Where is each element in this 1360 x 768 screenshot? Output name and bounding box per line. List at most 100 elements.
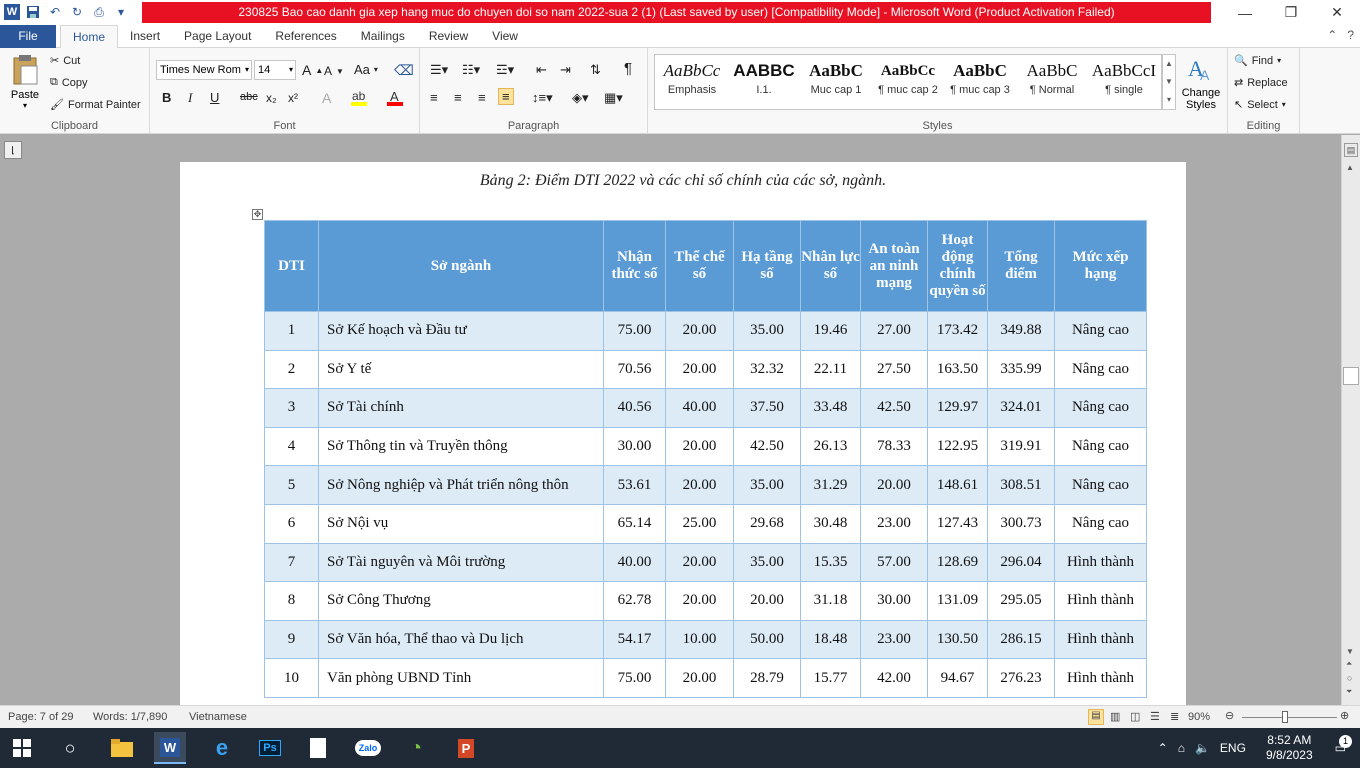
action-center-icon[interactable]: ▭ 1: [1335, 735, 1352, 755]
font-color-button[interactable]: A: [386, 88, 404, 106]
strikethrough-button[interactable]: abc: [240, 91, 258, 103]
table-cell[interactable]: 75.00: [603, 311, 666, 351]
copy-button[interactable]: ⧉ Copy: [50, 76, 88, 89]
table-cell[interactable]: 127.43: [927, 503, 988, 544]
table-cell[interactable]: 296.04: [987, 542, 1055, 583]
paste-button[interactable]: Paste ▾: [8, 54, 42, 110]
increase-indent-icon[interactable]: ⇥: [560, 62, 571, 78]
customize-qat-icon[interactable]: ▾: [112, 3, 130, 21]
table-cell[interactable]: Sở Nông nghiệp và Phát triển nông thôn: [318, 465, 604, 505]
tab-review[interactable]: Review: [417, 25, 480, 48]
table-cell[interactable]: 130.50: [927, 619, 988, 660]
minimize-button[interactable]: —: [1222, 0, 1268, 25]
subscript-button[interactable]: x₂: [266, 91, 277, 105]
show-hidden-icons-icon[interactable]: ⌃: [1158, 741, 1168, 755]
table-cell[interactable]: 5: [264, 465, 319, 505]
ruler-toggle-icon[interactable]: ▤: [1344, 143, 1358, 157]
table-cell[interactable]: 18.48: [800, 619, 861, 660]
table-cell[interactable]: 33.48: [800, 388, 861, 428]
edge-icon[interactable]: e: [206, 732, 238, 764]
bullets-icon[interactable]: ☰▾: [430, 62, 448, 78]
table-cell[interactable]: 324.01: [987, 388, 1055, 428]
table-cell[interactable]: 30.48: [800, 503, 861, 544]
table-cell[interactable]: 31.29: [800, 465, 861, 505]
change-styles-button[interactable]: AA Change Styles: [1178, 54, 1224, 111]
table-cell[interactable]: 20.00: [665, 465, 734, 505]
word-count[interactable]: Words: 1/7,890: [93, 711, 167, 723]
justify-icon[interactable]: ≡: [498, 88, 514, 105]
vertical-scrollbar[interactable]: ▤ ▲ ▼ ⏶ ○ ⏷: [1341, 135, 1360, 705]
scroll-down-icon[interactable]: ▼: [1346, 647, 1354, 656]
cut-button[interactable]: ✂ Cut: [50, 54, 80, 68]
table-cell[interactable]: 295.05: [987, 581, 1055, 621]
table-cell[interactable]: 129.97: [927, 388, 988, 428]
next-page-icon[interactable]: ⏷: [1346, 687, 1352, 697]
table-cell[interactable]: 23.00: [860, 619, 928, 660]
table-cell[interactable]: 131.09: [927, 581, 988, 621]
table-cell[interactable]: 42.50: [860, 388, 928, 428]
print-layout-view-icon[interactable]: ▤: [1088, 709, 1104, 725]
align-left-icon[interactable]: ≡: [430, 90, 438, 105]
minimize-ribbon-icon[interactable]: ⌃: [1327, 28, 1337, 42]
table-cell[interactable]: 308.51: [987, 465, 1055, 505]
clock[interactable]: 8:52 AM 9/8/2023: [1266, 733, 1313, 763]
table-cell[interactable]: 65.14: [603, 503, 666, 544]
select-button[interactable]: ↖ Select ▾: [1234, 98, 1286, 112]
table-cell[interactable]: 40.00: [603, 542, 666, 583]
table-cell[interactable]: 40.56: [603, 388, 666, 428]
table-cell[interactable]: Sở Văn hóa, Thể thao và Du lịch: [318, 619, 604, 660]
table-cell[interactable]: 122.95: [927, 426, 988, 467]
table-cell[interactable]: 6: [264, 503, 319, 544]
table-cell[interactable]: 20.00: [665, 349, 734, 390]
table-cell[interactable]: 3: [264, 388, 319, 428]
tab-home[interactable]: Home: [60, 25, 119, 48]
table-cell[interactable]: 300.73: [987, 503, 1055, 544]
table-cell[interactable]: Hình thành: [1054, 619, 1147, 660]
network-icon[interactable]: ⌂: [1178, 741, 1185, 755]
zoom-in-icon[interactable]: ⊕: [1340, 709, 1349, 722]
powerpoint-icon[interactable]: P: [450, 732, 482, 764]
table-cell[interactable]: 173.42: [927, 311, 988, 351]
table-cell[interactable]: 4: [264, 426, 319, 467]
table-cell[interactable]: 20.00: [733, 581, 801, 621]
table-cell[interactable]: 20.00: [665, 542, 734, 583]
table-cell[interactable]: Sở Công Thương: [318, 581, 604, 621]
zoom-level[interactable]: 90%: [1188, 711, 1210, 723]
style-single[interactable]: AaBbCcI ¶ single: [1088, 58, 1160, 108]
table-cell[interactable]: 20.00: [665, 581, 734, 621]
table-cell[interactable]: 32.32: [733, 349, 801, 390]
change-case-button[interactable]: Aa ▾: [354, 62, 378, 77]
redo-icon[interactable]: ↻: [68, 3, 86, 21]
bold-button[interactable]: B: [162, 90, 171, 105]
table-cell[interactable]: 35.00: [733, 542, 801, 583]
table-cell[interactable]: Nâng cao: [1054, 426, 1147, 467]
table-cell[interactable]: Nâng cao: [1054, 311, 1147, 351]
table-cell[interactable]: 148.61: [927, 465, 988, 505]
table-cell[interactable]: Sở Y tế: [318, 349, 604, 390]
table-cell[interactable]: 27.00: [860, 311, 928, 351]
table-cell[interactable]: 35.00: [733, 465, 801, 505]
clear-formatting-icon[interactable]: ⌫: [394, 62, 414, 79]
zoom-slider-thumb[interactable]: [1282, 711, 1288, 723]
table-cell[interactable]: Nâng cao: [1054, 349, 1147, 390]
word-app-icon[interactable]: W: [4, 4, 20, 20]
decrease-indent-icon[interactable]: ⇤: [536, 62, 547, 78]
restore-button[interactable]: ❐: [1268, 0, 1314, 25]
language-indicator[interactable]: Vietnamese: [189, 711, 247, 723]
table-cell[interactable]: 35.00: [733, 311, 801, 351]
table-cell[interactable]: Nâng cao: [1054, 503, 1147, 544]
superscript-button[interactable]: x²: [288, 91, 298, 105]
show-formatting-button[interactable]: ¶: [624, 60, 632, 77]
style-emphasis[interactable]: AaBbCc Emphasis: [656, 58, 728, 108]
table-cell[interactable]: 20.00: [665, 658, 734, 698]
table-cell[interactable]: 319.91: [987, 426, 1055, 467]
font-family-select[interactable]: Times New Rom ▾: [156, 60, 252, 80]
zalo-icon[interactable]: Zalo: [352, 732, 384, 764]
shrink-font-button[interactable]: A ▼: [324, 64, 344, 78]
table-cell[interactable]: 8: [264, 581, 319, 621]
table-cell[interactable]: 75.00: [603, 658, 666, 698]
borders-icon[interactable]: ▦▾: [604, 90, 623, 106]
table-cell[interactable]: 15.77: [800, 658, 861, 698]
photoshop-icon[interactable]: Ps: [254, 732, 286, 764]
shading-icon[interactable]: ◈▾: [572, 90, 589, 106]
